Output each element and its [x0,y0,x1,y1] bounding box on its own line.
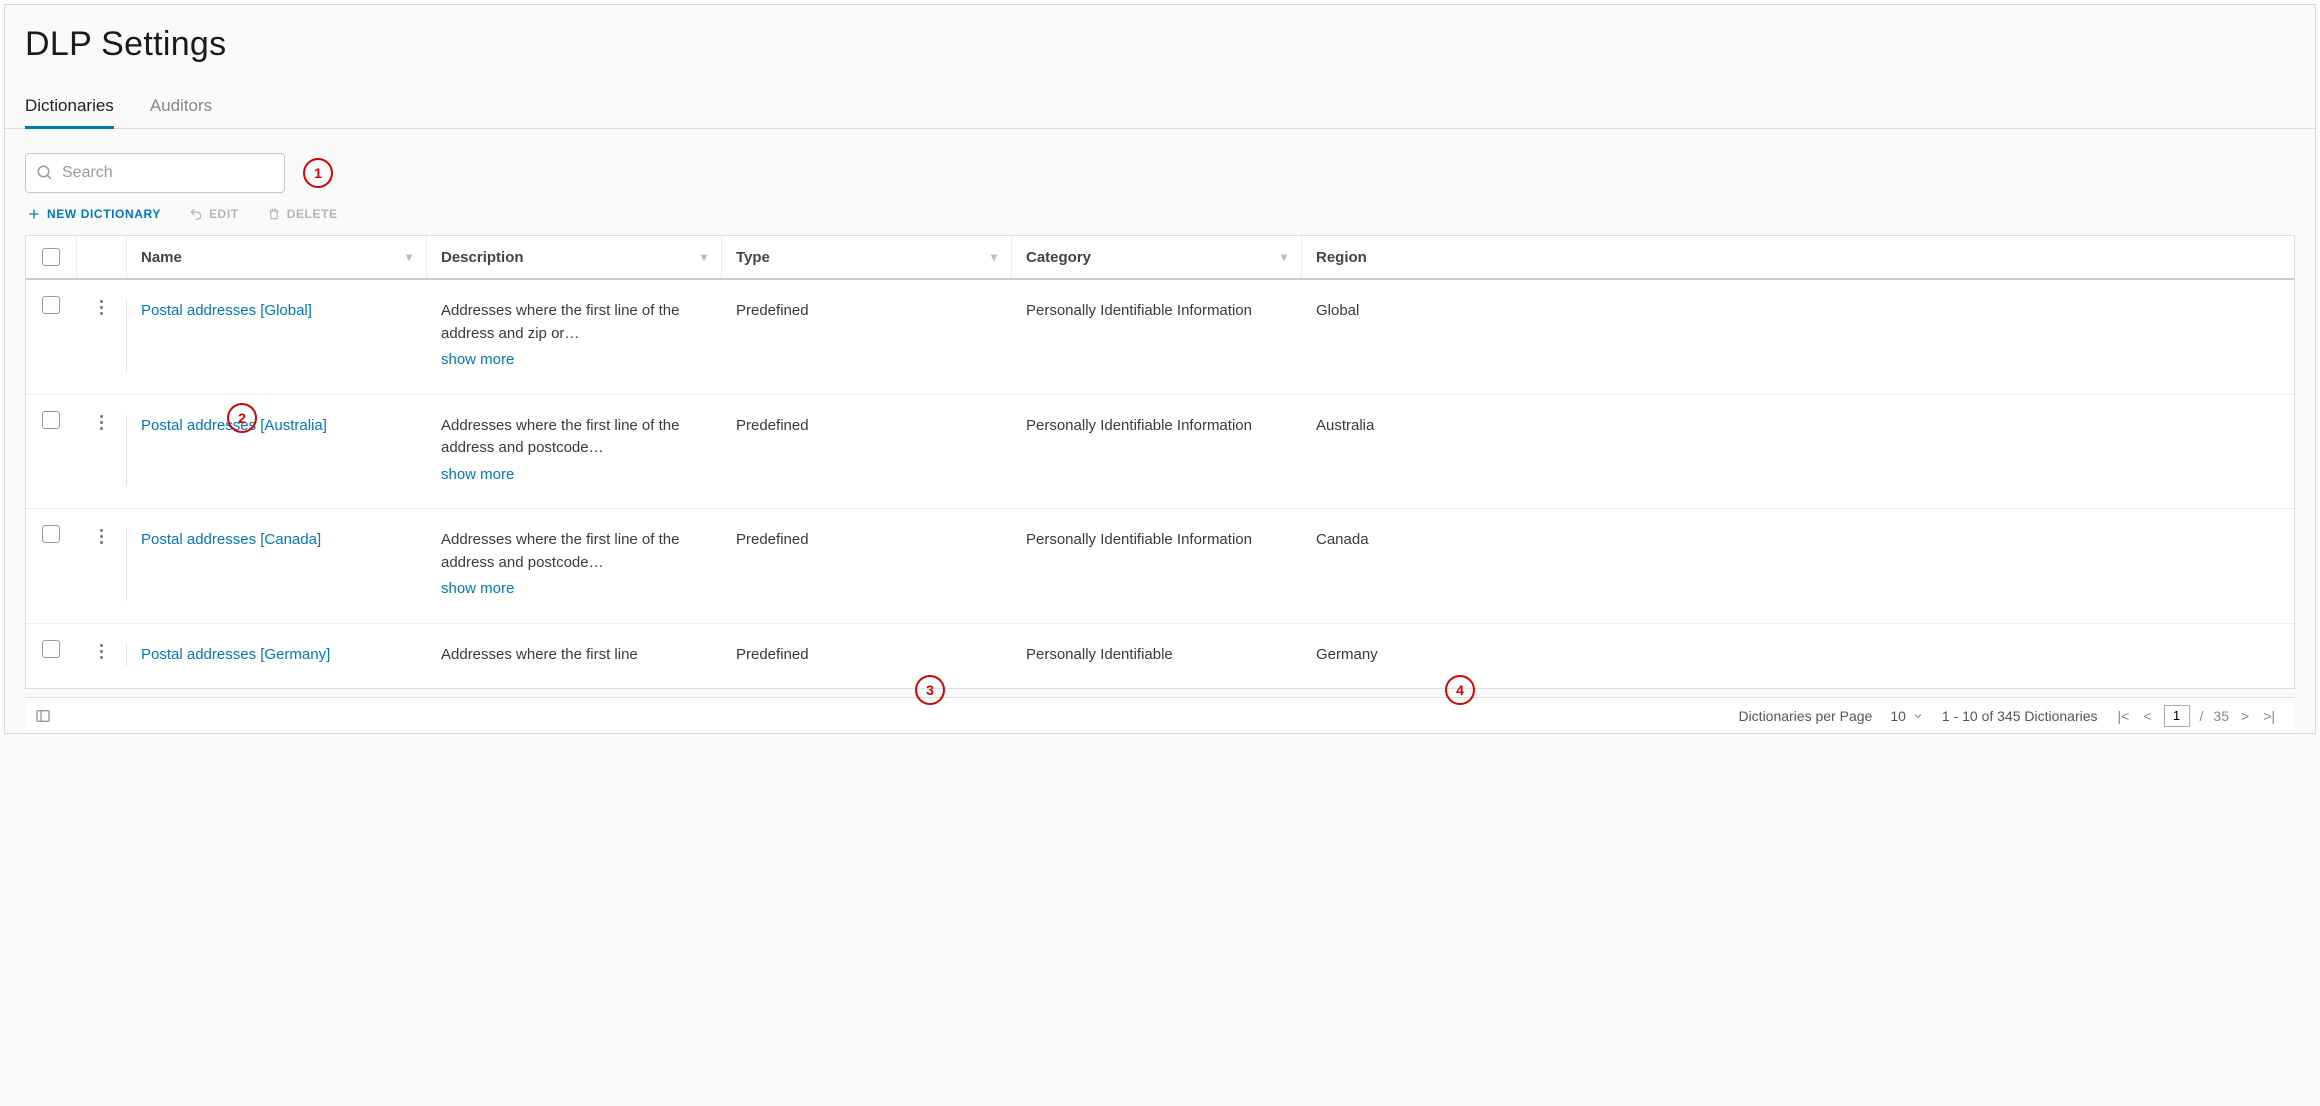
trash-icon [267,207,281,221]
row-menu-button[interactable] [96,640,107,663]
row-description: Addresses where the first line of the ad… [441,531,679,571]
tab-auditors[interactable]: Auditors [150,96,212,129]
col-name[interactable]: Name [141,249,182,266]
row-region: Canada [1302,521,2294,560]
search-box[interactable] [25,153,285,193]
show-more-link[interactable]: show more [441,578,514,601]
row-category: Personally Identifiable Information [1012,521,1302,560]
toolbar: NEW DICTIONARY EDIT DELETE [5,193,2315,235]
callout-3: 3 [915,675,945,705]
show-more-link[interactable]: show more [441,349,514,372]
dlp-settings-panel: DLP Settings Dictionaries Auditors 1 NEW… [4,4,2316,734]
table-row: Postal addresses [Global] Addresses wher… [26,280,2294,394]
edit-label: EDIT [209,207,239,221]
row-checkbox[interactable] [42,640,60,658]
filter-icon[interactable]: ▾ [991,250,997,264]
new-dictionary-label: NEW DICTIONARY [47,207,161,221]
col-region[interactable]: Region [1316,249,1367,266]
table-header: Name ▾ Description ▾ Type ▾ Category ▾ R… [26,236,2294,280]
row-category: Personally Identifiable Information [1012,292,1302,331]
row-checkbox[interactable] [42,296,60,314]
per-page-select[interactable]: 10 [1890,708,1924,724]
row-type: Predefined [722,407,1012,446]
row-menu-button[interactable] [96,411,107,434]
per-page-value: 10 [1890,708,1906,724]
first-page-button[interactable]: |< [2116,708,2132,724]
search-icon [36,164,54,182]
delete-label: DELETE [287,207,338,221]
row-checkbox[interactable] [42,411,60,429]
col-category[interactable]: Category [1026,249,1091,266]
page-title: DLP Settings [5,5,2315,68]
dictionaries-table: Name ▾ Description ▾ Type ▾ Category ▾ R… [25,235,2295,689]
pager: Dictionaries per Page 10 1 - 10 of 345 D… [25,697,2295,733]
prev-page-button[interactable]: < [2141,708,2153,724]
row-region: Australia [1302,407,2294,446]
row-checkbox[interactable] [42,525,60,543]
page-sep: / [2200,708,2204,724]
col-type[interactable]: Type [736,249,770,266]
row-description: Addresses where the first line [441,646,638,663]
pager-range: 1 - 10 of 345 Dictionaries [1942,708,2098,724]
per-page-label: Dictionaries per Page [1738,708,1872,724]
page-input[interactable] [2164,705,2190,727]
row-menu-button[interactable] [96,296,107,319]
col-description[interactable]: Description [441,249,524,266]
total-pages: 35 [2213,708,2229,724]
row-description: Addresses where the first line of the ad… [441,302,679,342]
dictionary-name-link[interactable]: Postal addresses [Canada] [141,531,321,548]
tab-dictionaries[interactable]: Dictionaries [25,96,114,129]
table-row: Postal addresses [Germany] Addresses whe… [26,623,2294,689]
column-toggle-icon[interactable] [35,708,51,724]
row-menu-button[interactable] [96,525,107,548]
row-type: Predefined [722,636,1012,675]
row-type: Predefined [722,521,1012,560]
filter-icon[interactable]: ▾ [1281,250,1287,264]
next-page-button[interactable]: > [2239,708,2251,724]
row-type: Predefined [722,292,1012,331]
table-row: Postal addresses [Australia] Addresses w… [26,394,2294,509]
select-all-checkbox[interactable] [42,248,60,266]
dictionary-name-link[interactable]: Postal addresses [Global] [141,302,312,319]
filter-icon[interactable]: ▾ [406,250,412,264]
filter-icon[interactable]: ▾ [701,250,707,264]
undo-icon [189,207,203,221]
table-row: Postal addresses [Canada] Addresses wher… [26,508,2294,623]
last-page-button[interactable]: >| [2261,708,2277,724]
callout-4: 4 [1445,675,1475,705]
row-category: Personally Identifiable Information [1012,407,1302,446]
callout-2: 2 [227,403,257,433]
show-more-link[interactable]: show more [441,464,514,487]
row-description: Addresses where the first line of the ad… [441,417,679,457]
edit-button: EDIT [189,207,239,221]
row-region: Germany [1302,636,2294,675]
tabs: Dictionaries Auditors [5,68,2315,129]
dictionary-name-link[interactable]: Postal addresses [Germany] [141,646,330,663]
new-dictionary-button[interactable]: NEW DICTIONARY [27,207,161,221]
delete-button: DELETE [267,207,338,221]
plus-icon [27,207,41,221]
search-input[interactable] [62,164,274,182]
row-category: Personally Identifiable [1012,636,1302,675]
chevron-down-icon [1912,710,1924,722]
row-region: Global [1302,292,2294,331]
callout-1: 1 [303,158,333,188]
